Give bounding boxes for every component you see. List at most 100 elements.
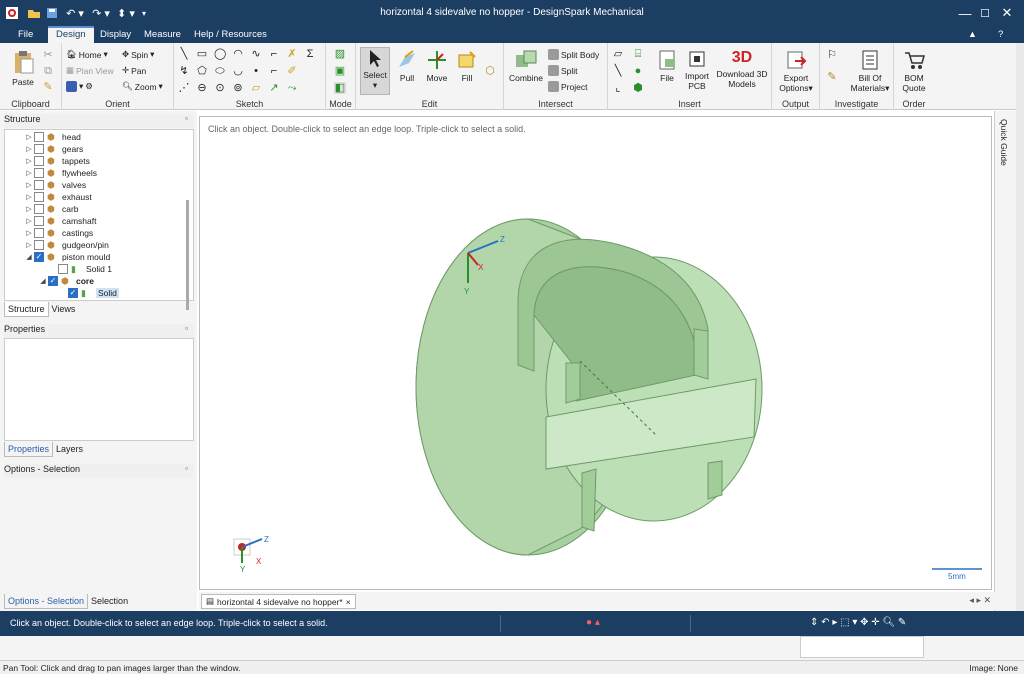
tree-item-gudgeon-pin[interactable]: ▷ ⬢ gudgeon/pin [24, 239, 109, 251]
tree-item-carb[interactable]: ▷ ⬢ carb [24, 203, 79, 215]
copy-icon[interactable]: ⧉ [42, 65, 54, 77]
corner-tool-icon[interactable]: ⌐ [268, 48, 280, 60]
split-body-button[interactable]: Split Body [548, 49, 599, 60]
trim-tool-icon[interactable]: ✗ [286, 48, 298, 60]
fill-button[interactable]: Fill [454, 49, 480, 83]
visibility-checkbox[interactable] [34, 192, 44, 202]
axis-icon[interactable]: ╲ [612, 65, 624, 77]
section-mode-icon[interactable]: ▣ [334, 65, 346, 77]
polyline-tool-icon[interactable]: ↯ [178, 65, 190, 77]
visibility-checkbox[interactable] [34, 240, 44, 250]
tab-properties[interactable]: Properties [4, 442, 54, 457]
spin-button[interactable]: ✥ Spin ▾ [122, 49, 154, 60]
tree-item-piston-mould[interactable]: ◢ ✓ ⬢ piston mould [24, 251, 110, 263]
expand-toggle-icon[interactable]: ◢ [38, 277, 48, 285]
tree-item-exhaust[interactable]: ▷ ⬢ exhaust [24, 191, 92, 203]
close-button[interactable]: ✕ [996, 3, 1018, 23]
visibility-checkbox[interactable] [34, 228, 44, 238]
visibility-checkbox[interactable] [34, 144, 44, 154]
sum-tool-icon[interactable]: Σ [304, 48, 316, 60]
visibility-checkbox[interactable] [34, 156, 44, 166]
model-rail-right[interactable] [693, 328, 709, 380]
model-tab-left[interactable] [581, 468, 597, 532]
visibility-checkbox[interactable] [34, 132, 44, 142]
3d-mode-icon[interactable]: ◧ [334, 82, 346, 94]
spline-tool-icon[interactable]: ∿ [250, 48, 262, 60]
import-pcb-button[interactable]: Import PCB [682, 49, 712, 91]
polygon-tool-icon[interactable]: ⬠ [196, 65, 208, 77]
menu-measure[interactable]: Measure [136, 26, 189, 43]
measure-tool-icon[interactable]: ⚐ [826, 49, 838, 61]
notes-icon[interactable]: ✎ [826, 71, 838, 83]
download-3d-models-button[interactable]: 3D Download 3D Models [714, 47, 770, 89]
shell-icon[interactable]: ⬢ [632, 82, 644, 94]
ribbon-collapse-icon[interactable]: ▲ [960, 26, 985, 43]
blend-icon[interactable]: ⬡ [484, 65, 496, 77]
status-tool-icons[interactable]: ⇕ ↶ ▸ ⬚ ▾ ✥ ✛ 🔍︎ ✎ [810, 617, 906, 628]
visibility-checkbox[interactable]: ✓ [68, 288, 78, 298]
arc-tool-icon[interactable]: ◠ [232, 48, 244, 60]
construction-line-icon[interactable]: ⋰ [178, 82, 190, 94]
home-button[interactable]: 🏠︎ Home ▾ [66, 49, 108, 60]
tab-options-selection[interactable]: Options - Selection [4, 594, 89, 609]
pan-button[interactable]: ✛ Pan [122, 65, 146, 76]
tree-item-core[interactable]: ◢ ✓ ⬢ core [38, 275, 94, 287]
zoom-button[interactable]: 🔍︎ Zoom ▾ [122, 81, 163, 92]
pin-icon[interactable]: ▫ [185, 114, 188, 123]
plane-icon[interactable]: ▱ [612, 48, 624, 60]
pin-icon[interactable]: ▫ [185, 464, 188, 473]
three-point-arc-icon[interactable]: ⊚ [232, 82, 244, 94]
tree-item-solid[interactable]: ✓ ▮ Solid [58, 287, 119, 299]
cylinder-icon[interactable]: ⌸ [632, 48, 644, 60]
maximize-button[interactable]: ☐ [974, 3, 996, 23]
visibility-checkbox[interactable]: ✓ [34, 252, 44, 262]
sphere-icon[interactable]: ● [632, 65, 644, 77]
rectangle-tool-icon[interactable]: ▭ [196, 48, 208, 60]
tree-item-flywheels[interactable]: ▷ ⬢ flywheels [24, 167, 97, 179]
tree-item-camshaft[interactable]: ▷ ⬢ camshaft [24, 215, 97, 227]
visibility-checkbox[interactable] [58, 264, 68, 274]
3d-viewport[interactable]: Click an object. Double-click to select … [199, 116, 992, 590]
visibility-checkbox[interactable] [34, 168, 44, 178]
slot-tool-icon[interactable]: ⊖ [196, 82, 208, 94]
plan-view-button[interactable]: ▦ Plan View [66, 65, 114, 76]
ellipse-tool-icon[interactable]: ⬭ [214, 65, 226, 77]
expand-toggle-icon[interactable]: ▷ [24, 217, 34, 225]
circle-tool-icon[interactable]: ◯ [214, 48, 226, 60]
expand-toggle-icon[interactable]: ▷ [24, 157, 34, 165]
tab-selection[interactable]: Selection [88, 594, 132, 609]
combine-button[interactable]: Combine [508, 49, 544, 83]
point-tool-icon[interactable]: • [250, 65, 262, 77]
cut-icon[interactable]: ✂ [42, 49, 54, 61]
insert-file-button[interactable]: File [654, 49, 680, 83]
menu-display[interactable]: Display [92, 26, 139, 43]
format-painter-icon[interactable]: ✎ [42, 81, 54, 93]
split-button[interactable]: Split [548, 65, 578, 76]
visibility-checkbox[interactable]: ✓ [48, 276, 58, 286]
visibility-checkbox[interactable] [34, 216, 44, 226]
model-tab-right[interactable] [707, 460, 723, 500]
origin-icon[interactable]: ⌞ [612, 82, 624, 94]
menu-file[interactable]: File [10, 26, 41, 43]
pin-icon[interactable]: ▫ [185, 324, 188, 333]
visibility-checkbox[interactable] [34, 204, 44, 214]
view-cube-button[interactable]: ▾ ⚙ [66, 81, 93, 92]
expand-toggle-icon[interactable]: ▷ [24, 133, 34, 141]
expand-toggle-icon[interactable]: ▷ [24, 205, 34, 213]
help-icon[interactable]: ? [990, 26, 1011, 43]
line-tool-icon[interactable]: ╲ [178, 48, 190, 60]
error-icon[interactable]: ● ▴ [586, 617, 600, 628]
model-canvas[interactable] [200, 117, 993, 591]
move-button[interactable]: Move [424, 49, 450, 83]
minimize-button[interactable]: — [954, 3, 976, 23]
project-button[interactable]: Project [548, 81, 587, 92]
expand-toggle-icon[interactable]: ▷ [24, 229, 34, 237]
expand-toggle-icon[interactable]: ▷ [24, 193, 34, 201]
pull-button[interactable]: Pull [394, 49, 420, 83]
paste-button[interactable]: Paste [8, 49, 38, 87]
expand-toggle-icon[interactable]: ▷ [24, 241, 34, 249]
menu-design[interactable]: Design [48, 26, 94, 43]
document-tab[interactable]: ▤ horizontal 4 sidevalve no hopper* × [201, 594, 356, 609]
split-line-icon[interactable]: ⤳ [286, 82, 298, 94]
expand-toggle-icon[interactable]: ▷ [24, 169, 34, 177]
